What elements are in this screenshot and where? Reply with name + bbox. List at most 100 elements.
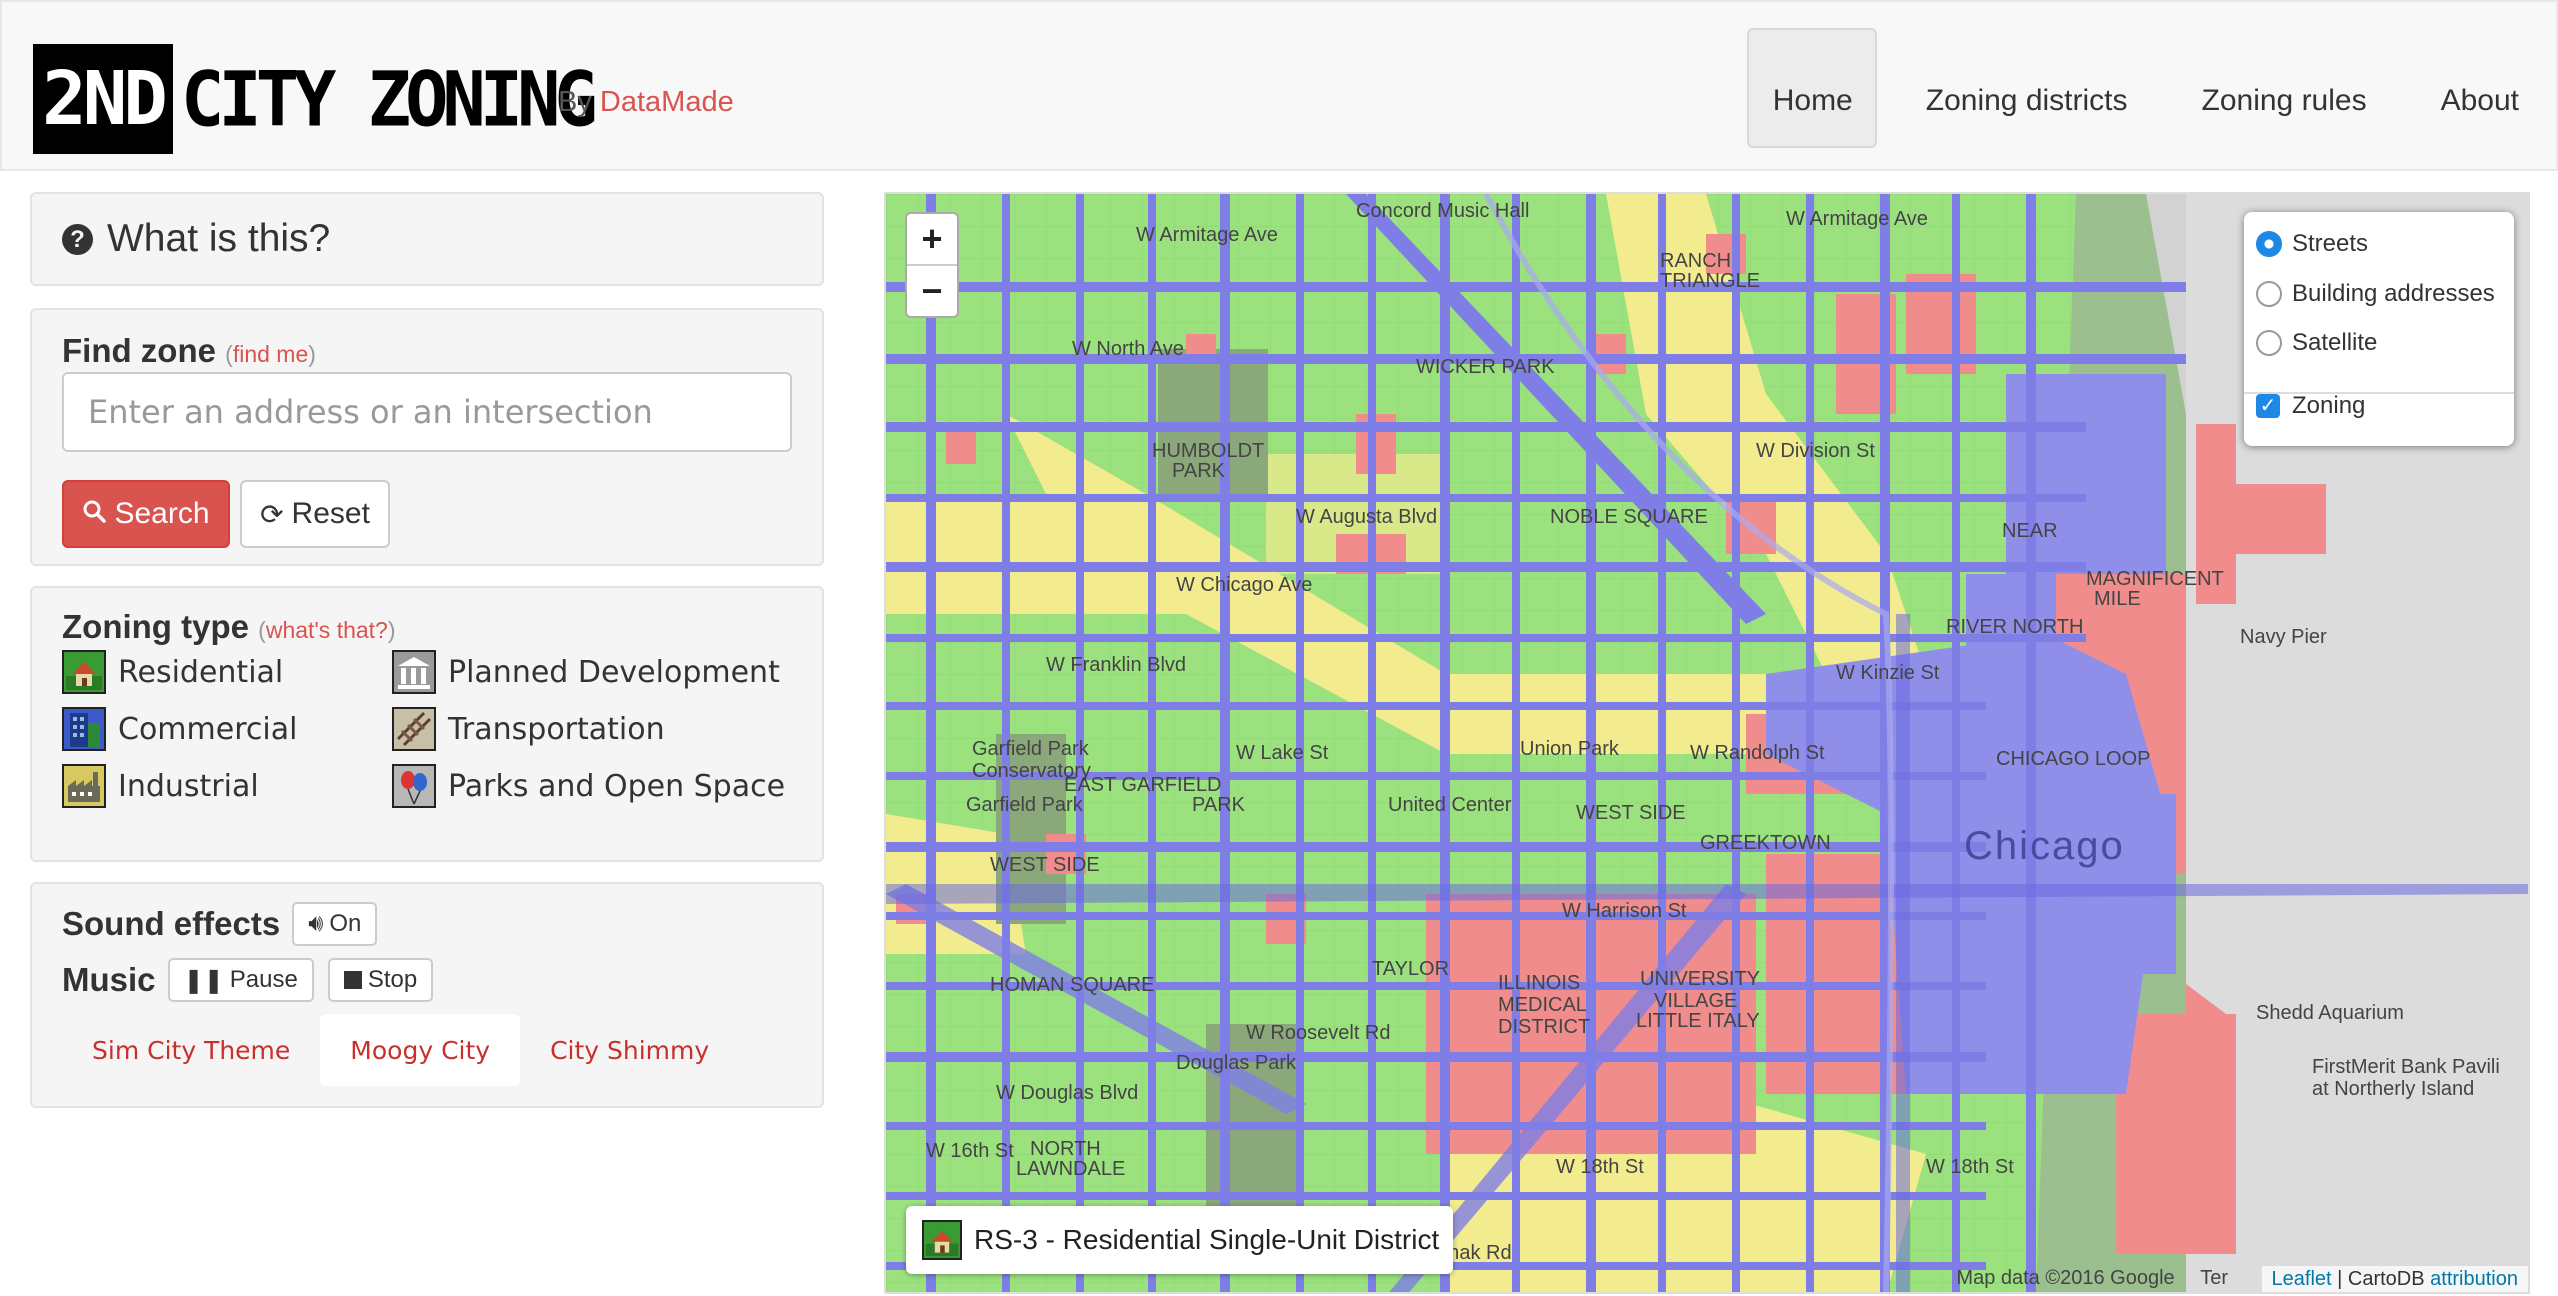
reset-button[interactable]: ⟳ Reset <box>240 480 390 548</box>
house-icon <box>62 650 106 694</box>
stop-button[interactable]: Stop <box>327 958 434 1002</box>
streets-label: Streets <box>2292 230 2369 257</box>
label-little-italy: LITTLE ITALY <box>1636 1010 1760 1032</box>
search-icon <box>82 498 107 530</box>
zoom-control: + − <box>905 212 959 318</box>
terms-link[interactable]: Ter <box>2200 1267 2228 1289</box>
label-illinois: ILLINOIS <box>1498 972 1581 994</box>
label-chicago-loop: CHICAGO LOOP <box>1996 748 2151 770</box>
label-medical: MEDICAL <box>1498 994 1587 1016</box>
datamade-link[interactable]: DataMade <box>600 86 734 118</box>
label-humboldt-park: PARK <box>1172 460 1225 482</box>
layer-streets[interactable]: Streets <box>2256 230 2368 258</box>
label-homan: HOMAN SQUARE <box>990 974 1155 996</box>
label-augusta: W Augusta Blvd <box>1296 506 1438 528</box>
what-is-this-panel[interactable]: ? What is this? <box>30 192 824 286</box>
byline: By DataMade <box>558 86 734 119</box>
whats-that-link[interactable]: (what's that?) <box>258 617 395 643</box>
label-douglas-park: Douglas Park <box>1176 1052 1297 1074</box>
zone-info-box: RS-3 - Residential Single-Unit District <box>906 1206 1454 1274</box>
what-is-this-title[interactable]: ? What is this? <box>62 217 330 261</box>
label-18th-2: W 18th St <box>1926 1156 2014 1178</box>
label-near: NEAR <box>2002 520 2058 542</box>
find-me-label: find me <box>232 341 309 367</box>
building-addresses-radio[interactable] <box>2256 281 2282 307</box>
track-moogy-city[interactable]: Moogy City <box>320 1014 521 1086</box>
what-is-this-label: What is this? <box>107 217 331 260</box>
office-building-icon <box>62 707 106 751</box>
columns-icon <box>392 650 436 694</box>
sound-effects-row: Sound effects 🔊︎ On <box>62 902 378 946</box>
label-navy-pier: Navy Pier <box>2240 626 2327 648</box>
satellite-radio[interactable] <box>2256 330 2282 356</box>
zone-type-label: Commercial <box>118 711 298 747</box>
zone-type-parks[interactable]: Parks and Open Space <box>392 764 785 808</box>
zone-type-label: Parks and Open Space <box>448 768 786 804</box>
layer-building-addresses[interactable]: Building addresses <box>2256 280 2495 308</box>
map-data-credit: Map data ©2016 Google Ter <box>1956 1267 2228 1290</box>
attribution-link[interactable]: attribution <box>2430 1268 2518 1290</box>
zoom-in-button[interactable]: + <box>907 214 957 266</box>
label-greektown: GREEKTOWN <box>1700 832 1831 854</box>
question-circle-icon: ? <box>62 223 93 255</box>
zone-type-residential[interactable]: Residential <box>62 650 283 694</box>
nav-zoning-rules[interactable]: Zoning rules <box>2165 28 2404 148</box>
music-tracks: Sim City Theme Moogy City City Shimmy <box>62 1014 739 1086</box>
label-east-garfield-park: PARK <box>1192 794 1245 816</box>
sound-on-button[interactable]: 🔊︎ On <box>292 902 378 946</box>
zone-type-label: Transportation <box>448 711 665 747</box>
search-label: Search <box>114 497 210 530</box>
layer-satellite[interactable]: Satellite <box>2256 329 2377 357</box>
label-firstmerit: FirstMerit Bank Pavili <box>2312 1056 2500 1078</box>
stop-icon <box>343 971 362 989</box>
find-zone-label: Find zone <box>62 332 216 369</box>
map-data-text: Map data ©2016 Google <box>1956 1267 2175 1289</box>
balloons-icon <box>392 764 436 808</box>
label-united-center: United Center <box>1388 794 1512 816</box>
track-sim-city-theme[interactable]: Sim City Theme <box>62 1014 320 1086</box>
layer-zoning[interactable]: ✓ Zoning <box>2256 392 2365 420</box>
label-lake: W Lake St <box>1236 742 1329 764</box>
label-franklin: W Franklin Blvd <box>1046 654 1187 676</box>
label-noble: NOBLE SQUARE <box>1550 506 1708 528</box>
streets-radio[interactable] <box>2256 231 2282 257</box>
zone-type-label: Residential <box>118 654 284 690</box>
label-kinzie: W Kinzie St <box>1836 662 1940 684</box>
zoning-checkbox[interactable]: ✓ <box>2256 394 2280 418</box>
zone-type-planned-development[interactable]: Planned Development <box>392 650 780 694</box>
pause-icon: ❚❚ <box>183 966 224 994</box>
search-button[interactable]: Search <box>62 480 230 548</box>
main-nav: Home Zoning districts Zoning rules About <box>1746 28 2556 148</box>
logo-box: 2ND <box>33 44 173 154</box>
find-me-link[interactable]: (find me) <box>225 341 316 367</box>
find-zone-heading: Find zone (find me) <box>62 332 316 370</box>
nav-home[interactable]: Home <box>1746 28 1877 148</box>
label-mile: MILE <box>2094 588 2141 610</box>
pause-button[interactable]: ❚❚ Pause <box>167 958 314 1002</box>
building-addresses-label: Building addresses <box>2292 280 2495 307</box>
address-search-input[interactable]: Enter an address or an intersection <box>62 372 792 452</box>
zone-type-transportation[interactable]: Transportation <box>392 707 665 751</box>
site-logo[interactable]: 2ND CITY ZONING <box>33 44 598 154</box>
track-city-shimmy[interactable]: City Shimmy <box>520 1014 739 1086</box>
label-armitage2: W Armitage Ave <box>1786 208 1928 230</box>
label-garfield-cons: Garfield Park <box>972 738 1089 760</box>
zoning-label: Zoning <box>2292 392 2366 419</box>
nav-about[interactable]: About <box>2404 28 2556 148</box>
zone-type-industrial[interactable]: Industrial <box>62 764 259 808</box>
layer-control: Streets Building addresses Satellite ✓ Z… <box>2244 212 2514 446</box>
navbar: 2ND CITY ZONING By DataMade Home Zoning … <box>0 0 2558 171</box>
sound-panel: Sound effects 🔊︎ On Music ❚❚ Pause Stop … <box>30 882 824 1108</box>
zoom-out-button[interactable]: − <box>907 266 957 318</box>
leaflet-link[interactable]: Leaflet <box>2272 1268 2332 1290</box>
label-randolph: W Randolph St <box>1690 742 1825 764</box>
nav-zoning-districts[interactable]: Zoning districts <box>1889 28 2165 148</box>
zone-type-commercial[interactable]: Commercial <box>62 707 297 751</box>
house-icon <box>922 1220 962 1260</box>
label-roosevelt: W Roosevelt Rd <box>1246 1022 1391 1044</box>
label-lawndale: LAWNDALE <box>1016 1158 1126 1180</box>
label-west-side2: WEST SIDE <box>1576 802 1686 824</box>
volume-icon: 🔊︎ <box>308 910 324 937</box>
zoning-map[interactable]: Concord Music Hall W Armitage Ave W Armi… <box>884 192 2530 1294</box>
attribution-sep: | CartoDB <box>2331 1268 2431 1290</box>
